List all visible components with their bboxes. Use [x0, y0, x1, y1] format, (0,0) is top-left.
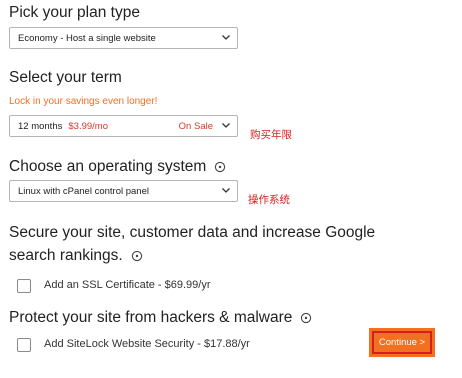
- term-select[interactable]: 12 months $3.99/mo On Sale: [9, 115, 238, 137]
- os-value: Linux with cPanel control panel: [18, 186, 149, 197]
- on-sale-badge: On Sale: [178, 121, 213, 132]
- chevron-down-icon: [222, 123, 230, 128]
- term-value: 12 months $3.99/mo: [18, 121, 108, 132]
- ssl-checkbox-label[interactable]: Add an SSL Certificate - $69.99/yr: [44, 279, 211, 291]
- term-heading: Select your term: [9, 69, 122, 86]
- info-icon[interactable]: [214, 161, 226, 173]
- ssl-checkbox[interactable]: [17, 279, 31, 293]
- info-icon[interactable]: [300, 312, 312, 324]
- plan-type-select[interactable]: Economy - Host a single website: [9, 27, 238, 49]
- sitelock-checkbox-label[interactable]: Add SiteLock Website Security - $17.88/y…: [44, 338, 250, 350]
- term-price: $3.99/mo: [68, 121, 108, 132]
- term-savings-note: Lock in your savings even longer!: [9, 96, 158, 107]
- chevron-down-icon: [222, 35, 230, 40]
- info-icon[interactable]: [131, 250, 143, 262]
- term-annotation: 购买年限: [250, 129, 292, 141]
- ssl-heading-line1: Secure your site, customer data and incr…: [9, 224, 376, 241]
- sitelock-heading: Protect your site from hackers & malware: [9, 309, 312, 327]
- continue-button[interactable]: Continue >: [369, 328, 435, 357]
- os-annotation: 操作系统: [248, 194, 290, 206]
- sitelock-checkbox[interactable]: [17, 338, 31, 352]
- chevron-down-icon: [222, 188, 230, 193]
- plan-type-value: Economy - Host a single website: [18, 33, 156, 44]
- os-select[interactable]: Linux with cPanel control panel: [9, 180, 238, 202]
- plan-type-heading: Pick your plan type: [9, 4, 140, 21]
- os-heading: Choose an operating system: [9, 158, 226, 176]
- ssl-heading-line2: search rankings.: [9, 247, 143, 265]
